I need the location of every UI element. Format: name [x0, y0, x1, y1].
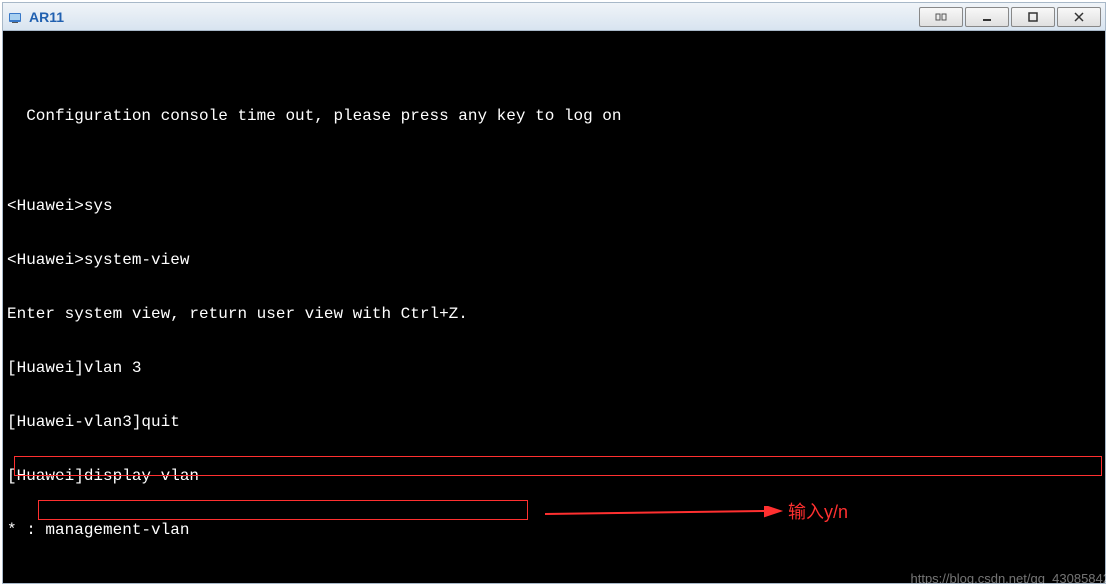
terminal-line: [Huawei]vlan 3	[7, 359, 1101, 377]
terminal-body[interactable]: Configuration console time out, please p…	[3, 31, 1105, 583]
minimize-button[interactable]	[965, 7, 1009, 27]
terminal-line: * : management-vlan	[7, 521, 1101, 539]
terminal-line: Configuration console time out, please p…	[7, 107, 1101, 125]
app-icon	[7, 9, 23, 25]
terminal-line: <Huawei>system-view	[7, 251, 1101, 269]
window-controls	[919, 7, 1101, 27]
terminal-line: ---------------------	[7, 575, 1101, 583]
maximize-button[interactable]	[1011, 7, 1055, 27]
terminal-window: AR11	[2, 2, 1106, 584]
titlebar[interactable]: AR11	[3, 3, 1105, 31]
extra-button[interactable]	[919, 7, 963, 27]
close-button[interactable]	[1057, 7, 1101, 27]
terminal-line: <Huawei>sys	[7, 197, 1101, 215]
terminal-line: [Huawei]display vlan	[7, 467, 1101, 485]
terminal-line: Enter system view, return user view with…	[7, 305, 1101, 323]
window-title: AR11	[29, 9, 919, 25]
terminal-line: [Huawei-vlan3]quit	[7, 413, 1101, 431]
